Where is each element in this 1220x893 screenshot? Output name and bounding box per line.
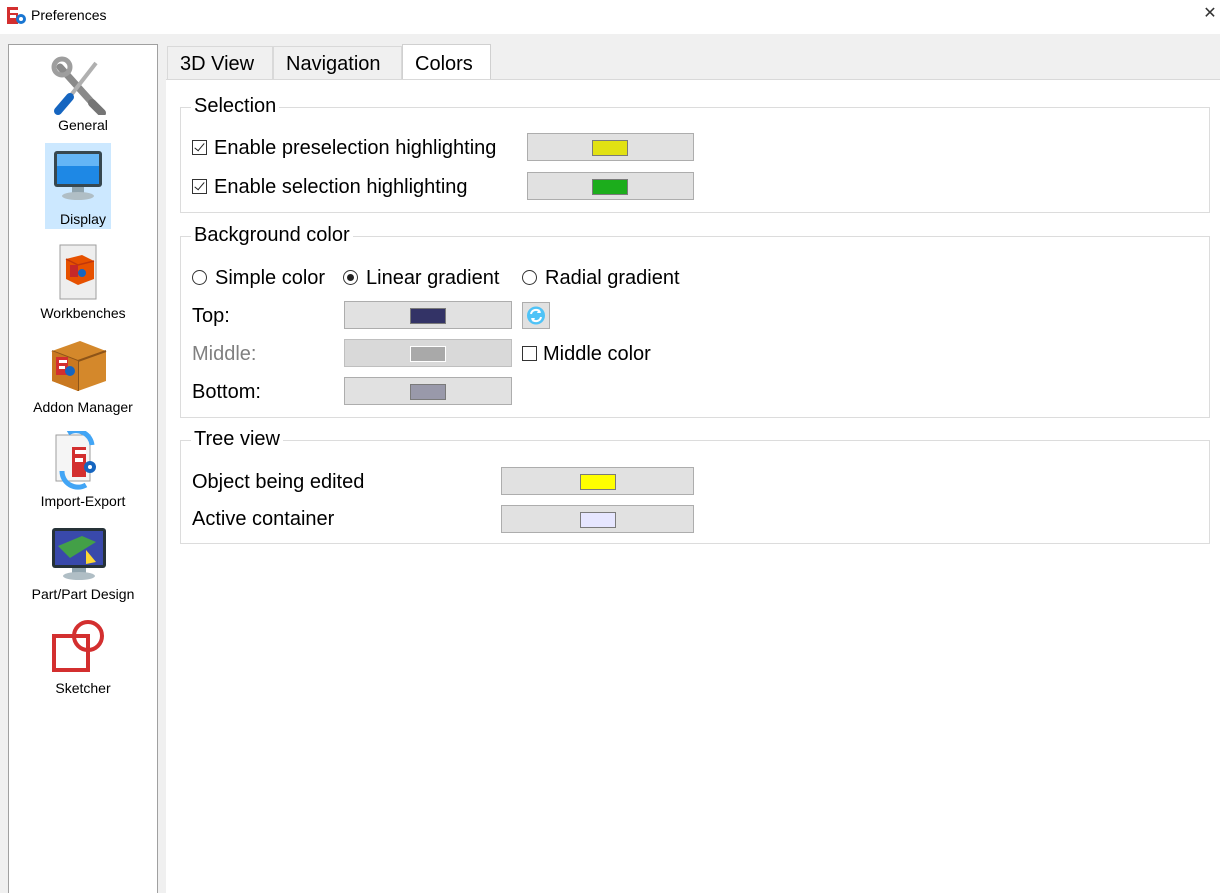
radio-button[interactable] — [343, 270, 358, 285]
sidebar-item-import-export[interactable]: Import-Export — [9, 427, 157, 517]
background-color-group: Background color Simple color Linear gra… — [180, 224, 1210, 418]
checkbox-box[interactable] — [192, 140, 207, 155]
radio-button[interactable] — [192, 270, 207, 285]
sidebar-item-label: Workbenches — [40, 305, 126, 321]
radio-button[interactable] — [522, 270, 537, 285]
active-container-color-button[interactable] — [501, 505, 694, 533]
tree-view-group: Tree view Object being edited Active con… — [180, 428, 1210, 544]
group-title: Tree view — [191, 428, 283, 451]
sidebar-item-label: Addon Manager — [33, 399, 133, 415]
radio-label: Linear gradient — [366, 267, 500, 289]
radio-linear-gradient[interactable]: Linear gradient — [343, 267, 499, 290]
selection-checkbox[interactable]: Enable selection highlighting — [192, 176, 468, 199]
sidebar-item-workbenches[interactable]: Workbenches — [9, 239, 157, 329]
color-swatch — [592, 140, 628, 156]
selection-group: Selection Enable preselection highlighti… — [180, 95, 1210, 213]
color-swatch — [410, 308, 446, 324]
color-swatch — [580, 474, 616, 490]
sidebar-item-display[interactable]: Display — [9, 143, 157, 235]
radio-radial-gradient[interactable]: Radial gradient — [522, 267, 680, 290]
checkbox-box[interactable] — [192, 179, 207, 194]
sketcher-icon — [46, 618, 112, 678]
tab-navigation[interactable]: Navigation — [273, 46, 402, 80]
preferences-sidebar: General Display Workbenches Addon Manage… — [8, 44, 158, 893]
sidebar-item-label: Sketcher — [55, 680, 111, 696]
sidebar-item-addon-manager[interactable]: Addon Manager — [9, 333, 157, 423]
group-title: Background color — [191, 224, 353, 247]
part-design-icon — [46, 524, 112, 584]
checkbox-label: Middle color — [543, 343, 651, 365]
import-export-icon — [46, 428, 112, 491]
sidebar-item-label: Part/Part Design — [31, 586, 135, 602]
sidebar-item-label: Import-Export — [40, 493, 126, 509]
top-label: Top: — [192, 305, 230, 327]
preselection-color-button[interactable] — [527, 133, 694, 161]
sidebar-item-general[interactable]: General — [9, 51, 157, 141]
selection-color-button[interactable] — [527, 172, 694, 200]
sidebar-item-label: General — [58, 117, 108, 133]
group-title: Selection — [191, 95, 280, 118]
middle-color-button[interactable] — [344, 339, 512, 367]
object-being-edited-color-button[interactable] — [501, 467, 694, 495]
bottom-label: Bottom: — [192, 381, 261, 403]
checkbox-label: Enable preselection highlighting — [214, 137, 497, 159]
addon-box-icon — [46, 337, 112, 397]
color-swatch — [410, 384, 446, 400]
color-swatch — [592, 179, 628, 195]
title-bar: Preferences ✕ — [0, 0, 1220, 34]
color-swatch — [410, 346, 446, 362]
active-container-label: Active container — [192, 508, 335, 530]
bottom-color-button[interactable] — [344, 377, 512, 405]
checkbox-box[interactable] — [522, 346, 537, 361]
middle-label: Middle: — [192, 343, 257, 365]
tab-colors[interactable]: Colors — [402, 44, 491, 80]
tab-3d-view[interactable]: 3D View — [167, 46, 273, 80]
radio-simple-color[interactable]: Simple color — [192, 267, 325, 290]
preselection-checkbox[interactable]: Enable preselection highlighting — [192, 137, 496, 160]
top-color-button[interactable] — [344, 301, 512, 329]
color-swatch — [580, 512, 616, 528]
close-button[interactable]: ✕ — [1200, 4, 1220, 26]
middle-color-checkbox[interactable]: Middle color — [522, 343, 651, 366]
sidebar-item-sketcher[interactable]: Sketcher — [9, 614, 157, 704]
sidebar-item-part-design[interactable]: Part/Part Design — [9, 520, 157, 610]
colors-panel: Selection Enable preselection highlighti… — [166, 79, 1220, 893]
swap-colors-button[interactable] — [522, 302, 550, 329]
tools-icon — [46, 55, 112, 117]
radio-label: Simple color — [215, 267, 326, 289]
sidebar-item-label: Display — [60, 211, 106, 227]
object-being-edited-label: Object being edited — [192, 471, 365, 493]
checkbox-label: Enable selection highlighting — [214, 176, 468, 198]
freecad-icon — [7, 7, 27, 25]
radio-label: Radial gradient — [545, 267, 680, 289]
workbench-icon — [46, 243, 112, 303]
window-title: Preferences — [31, 7, 107, 23]
